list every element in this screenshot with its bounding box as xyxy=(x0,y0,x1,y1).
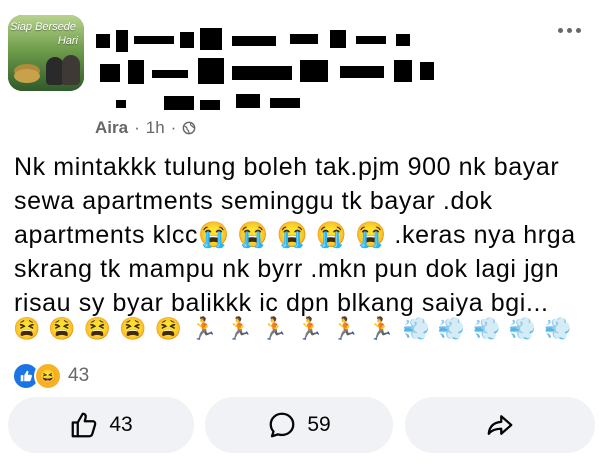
emoji: 🏃 xyxy=(331,316,360,341)
comment-button[interactable]: 59 xyxy=(205,397,393,453)
dot-icon xyxy=(567,28,572,33)
like-count: 43 xyxy=(109,413,133,436)
post-line: sewa apartments seminggu tk bayar .dok xyxy=(14,187,493,215)
emoji: 🏃 xyxy=(367,316,395,341)
avatar[interactable]: Siap Bersede Hari xyxy=(8,15,84,91)
post-line: apartments klcc😭 😭 😭 😭 😭 .keras nya hrga xyxy=(14,221,576,249)
share-button[interactable] xyxy=(405,397,595,453)
emoji: 😫 xyxy=(119,316,147,341)
dot-icon xyxy=(576,28,581,33)
emoji: 😫 xyxy=(48,316,76,341)
emoji: 😫 xyxy=(83,316,112,341)
post-meta: Aira · 1h · xyxy=(95,118,196,138)
meta-separator: · xyxy=(134,118,140,137)
emoji: 🏃 xyxy=(190,316,218,341)
like-button[interactable]: 43 xyxy=(8,397,194,453)
avatar-coins-graphic xyxy=(14,69,40,83)
post-line: Nk mintakkk tulung boleh tak.pjm 900 nk … xyxy=(14,153,560,181)
emoji: 🏃 xyxy=(296,316,324,341)
avatar-person-graphic xyxy=(62,55,80,85)
post-time[interactable]: 1h xyxy=(146,118,165,138)
emoji: 💨 xyxy=(508,316,537,341)
avatar-caption: Hari xyxy=(57,35,78,47)
meta-separator: · xyxy=(170,118,177,137)
reaction-count: 43 xyxy=(68,365,90,386)
emoji: 💨 xyxy=(473,316,501,341)
post-line: skrang tk mampu nk byrr .mkn pun dok lag… xyxy=(14,255,560,283)
more-options-button[interactable] xyxy=(558,28,581,33)
thumbs-up-icon xyxy=(71,412,97,438)
author-name[interactable]: Aira xyxy=(95,118,128,138)
haha-icon: 😆 xyxy=(34,362,62,390)
emoji: 🏃 xyxy=(260,316,289,341)
reactions-summary[interactable]: 😆 43 xyxy=(12,362,89,390)
emoji: 😫 xyxy=(13,316,41,341)
comment-count: 59 xyxy=(307,413,331,436)
emoji: 💨 xyxy=(402,316,430,341)
emoji: 💨 xyxy=(544,316,572,341)
dot-icon xyxy=(558,28,563,33)
comment-bubble-icon xyxy=(269,412,295,438)
avatar-caption: Siap Bersede xyxy=(10,21,77,33)
emoji: 💨 xyxy=(437,316,466,341)
emoji: 😫 xyxy=(154,316,183,341)
share-arrow-icon xyxy=(487,415,513,435)
audience-icon[interactable] xyxy=(182,121,196,135)
post-emoji-row: 😫 😫 😫 😫 😫 🏃 🏃 🏃 🏃 🏃 🏃 💨 💨 💨 💨 💨 xyxy=(13,314,572,344)
post-text: Nk mintakkk tulung boleh tak.pjm 900 nk … xyxy=(14,150,600,320)
emoji: 🏃 xyxy=(225,316,253,341)
